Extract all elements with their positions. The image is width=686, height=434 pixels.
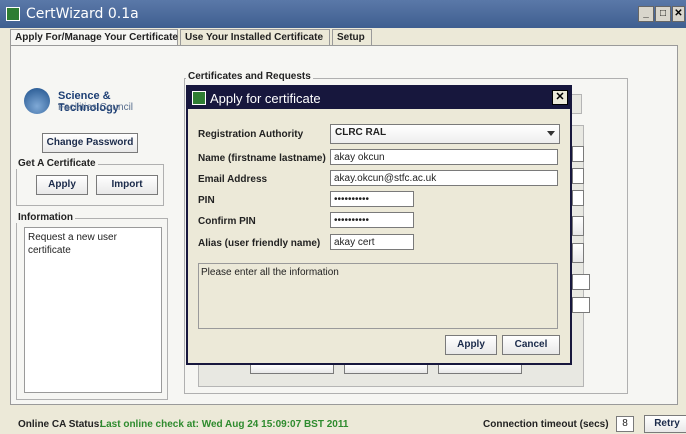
- side-button[interactable]: [572, 243, 584, 263]
- bottom-button[interactable]: [250, 364, 334, 374]
- stfc-logo: Science & Technology Facilities Council: [24, 84, 174, 124]
- dialog-cancel-button[interactable]: Cancel: [502, 335, 560, 355]
- detail-field: [572, 190, 584, 206]
- detail-field: [572, 274, 590, 290]
- detail-field: [572, 297, 590, 313]
- app-icon: [6, 7, 20, 21]
- alias-input[interactable]: akay cert: [330, 234, 414, 250]
- certificates-label: Certificates and Requests: [186, 71, 313, 82]
- detail-field: [572, 146, 584, 162]
- registration-authority-value: CLRC RAL: [335, 127, 387, 138]
- get-certificate-label: Get A Certificate: [16, 158, 98, 169]
- registration-authority-select[interactable]: CLRC RAL: [330, 124, 560, 144]
- stfc-logo-icon: [24, 88, 50, 114]
- information-label: Information: [16, 212, 75, 223]
- email-label: Email Address: [198, 174, 268, 185]
- online-ca-status-label: Online CA Status:: [18, 419, 103, 430]
- import-button[interactable]: Import: [96, 175, 158, 195]
- tab-use-installed[interactable]: Use Your Installed Certificate: [180, 29, 330, 45]
- tab-apply-manage[interactable]: Apply For/Manage Your Certificate: [10, 29, 178, 45]
- dialog-message: Please enter all the information: [198, 263, 558, 329]
- email-input[interactable]: akay.okcun@stfc.ac.uk: [330, 170, 558, 186]
- logo-line2: Facilities Council: [58, 102, 134, 113]
- bottom-button[interactable]: [438, 364, 522, 374]
- confirm-pin-label: Confirm PIN: [198, 216, 256, 227]
- dialog-app-icon: [192, 91, 206, 105]
- close-icon[interactable]: ✕: [672, 6, 685, 22]
- name-input[interactable]: akay okcun: [330, 149, 558, 165]
- pin-input[interactable]: ••••••••••: [330, 191, 414, 207]
- dialog-titlebar: Apply for certificate ✕: [188, 87, 570, 109]
- registration-authority-label: Registration Authority: [198, 129, 304, 140]
- status-bar: Online CA Status: Last online check at: …: [10, 415, 686, 433]
- apply-button[interactable]: Apply: [36, 175, 88, 195]
- alias-label: Alias (user friendly name): [198, 238, 321, 249]
- connection-timeout-label: Connection timeout (secs): [483, 419, 609, 430]
- change-password-button[interactable]: Change Password: [42, 133, 138, 153]
- window-titlebar: CertWizard 0.1a _ □ ✕: [0, 0, 686, 28]
- pin-label: PIN: [198, 195, 215, 206]
- apply-dialog: Apply for certificate ✕ Registration Aut…: [186, 85, 572, 365]
- information-text: Request a new user certificate: [24, 227, 162, 393]
- dialog-apply-button[interactable]: Apply: [445, 335, 497, 355]
- chevron-down-icon: [547, 131, 555, 136]
- connection-timeout-input[interactable]: 8: [616, 416, 634, 432]
- confirm-pin-input[interactable]: ••••••••••: [330, 212, 414, 228]
- dialog-title: Apply for certificate: [210, 91, 321, 106]
- online-ca-status-value: Last online check at: Wed Aug 24 15:09:0…: [100, 419, 349, 430]
- side-button[interactable]: [572, 216, 584, 236]
- minimize-icon[interactable]: _: [638, 6, 654, 22]
- detail-field: [572, 168, 584, 184]
- dialog-close-icon[interactable]: ✕: [552, 90, 568, 105]
- window-title: CertWizard 0.1a: [26, 6, 139, 22]
- bottom-button[interactable]: [344, 364, 428, 374]
- maximize-icon[interactable]: □: [655, 6, 671, 22]
- name-label: Name (firstname lastname): [198, 153, 326, 164]
- retry-button[interactable]: Retry: [644, 415, 686, 433]
- tab-setup[interactable]: Setup: [332, 29, 372, 45]
